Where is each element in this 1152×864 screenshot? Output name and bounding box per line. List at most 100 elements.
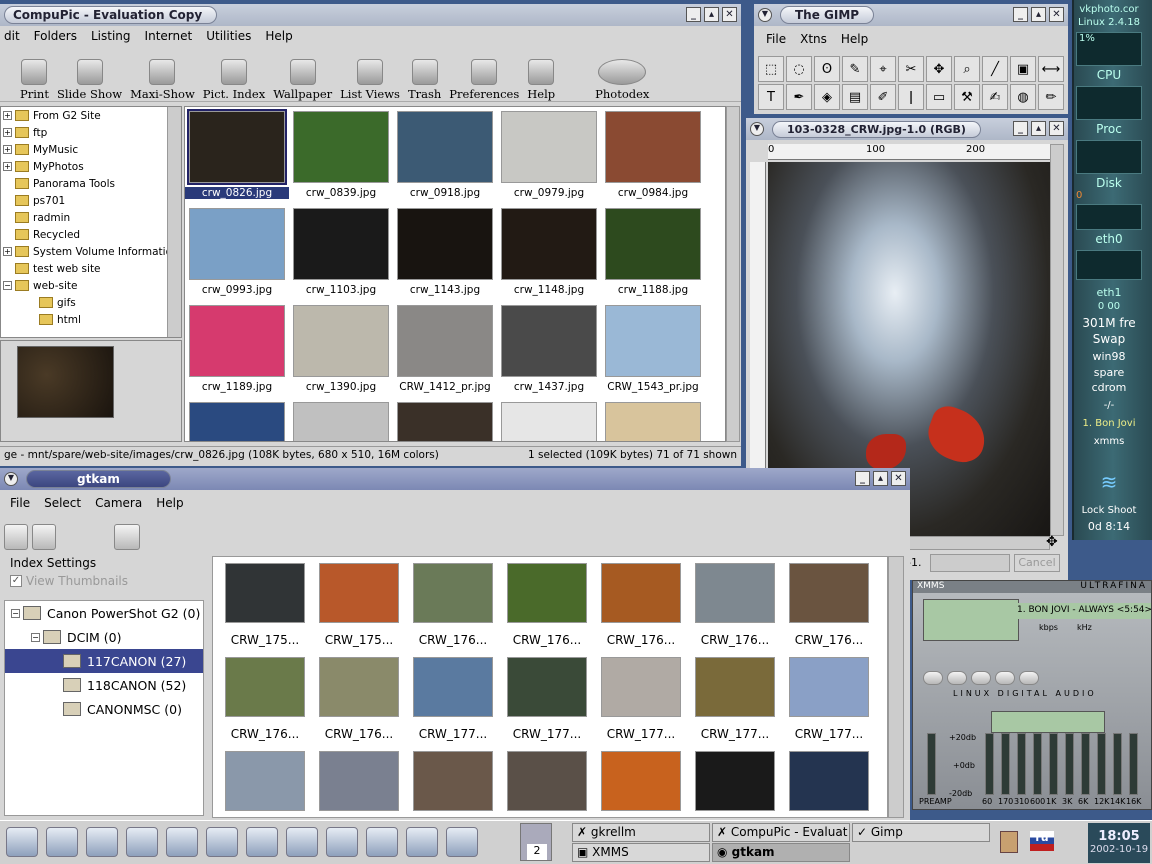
navigate-icon[interactable]: ✥ bbox=[1046, 534, 1058, 550]
task-gtkam[interactable]: ◉ gtkam bbox=[712, 843, 850, 862]
toolbar-print-button[interactable]: Print bbox=[16, 59, 53, 101]
expand-icon[interactable]: − bbox=[3, 281, 12, 290]
thumbnail[interactable] bbox=[187, 109, 287, 185]
thumbnail[interactable] bbox=[601, 751, 681, 811]
mount-cdrom[interactable]: cdrom bbox=[1076, 381, 1142, 394]
menu-folders[interactable]: Folders bbox=[34, 29, 77, 43]
toolbar-list-views-button[interactable]: List Views bbox=[336, 59, 404, 101]
gimp-tool-16-icon[interactable]: ǀ bbox=[898, 84, 924, 110]
stop-icon[interactable] bbox=[995, 671, 1015, 685]
camera-tree-item[interactable]: −117CANON (27) bbox=[5, 649, 203, 673]
camera-tree-item[interactable]: −CANONMSC (0) bbox=[5, 697, 203, 721]
minimize-button[interactable]: _ bbox=[1013, 7, 1028, 22]
eq-slider[interactable] bbox=[1065, 733, 1074, 795]
thumbnail[interactable] bbox=[501, 111, 597, 183]
thumbnail[interactable] bbox=[189, 305, 285, 377]
gimp-tool-9-icon[interactable]: ▣ bbox=[1010, 56, 1036, 82]
close-button[interactable]: ✕ bbox=[722, 7, 737, 22]
eq-slider[interactable] bbox=[985, 733, 994, 795]
mount-spare[interactable]: spare bbox=[1076, 366, 1142, 379]
toolbar-trash-button[interactable]: Trash bbox=[404, 59, 445, 101]
thumbnail[interactable] bbox=[695, 563, 775, 623]
tree-item[interactable]: + From G2 Site bbox=[3, 107, 181, 124]
expand-icon[interactable]: + bbox=[3, 247, 12, 256]
toolbar-preferences-button[interactable]: Preferences bbox=[445, 59, 523, 101]
expand-icon[interactable]: + bbox=[3, 162, 12, 171]
cd-icon[interactable] bbox=[206, 827, 238, 857]
thumbnail[interactable] bbox=[319, 657, 399, 717]
thumbnail[interactable] bbox=[293, 111, 389, 183]
clipboard-icon[interactable] bbox=[1000, 831, 1018, 853]
tree-item[interactable]: +gifs bbox=[3, 294, 181, 311]
play-icon[interactable] bbox=[947, 671, 967, 685]
thumbnail[interactable] bbox=[605, 402, 701, 441]
editor-icon[interactable] bbox=[86, 827, 118, 857]
close-button[interactable]: ✕ bbox=[1049, 7, 1064, 22]
tree-item[interactable]: − web-site bbox=[3, 277, 181, 294]
toolbar-maxi-show-button[interactable]: Maxi-Show bbox=[126, 59, 199, 101]
preamp-slider[interactable] bbox=[927, 733, 936, 795]
gimp-tool-6-icon[interactable]: ✥ bbox=[926, 56, 952, 82]
menu-camera[interactable]: Camera bbox=[95, 496, 142, 510]
network-icon[interactable] bbox=[326, 827, 358, 857]
thumbnail[interactable] bbox=[601, 563, 681, 623]
menu-help[interactable]: Help bbox=[841, 32, 868, 46]
shoot-label[interactable]: Shoot bbox=[1108, 505, 1137, 516]
minimize-button[interactable]: _ bbox=[686, 7, 701, 22]
delete-icon[interactable] bbox=[32, 524, 56, 550]
gimp-tool-1-icon[interactable]: ◌ bbox=[786, 56, 812, 82]
menu-select[interactable]: Select bbox=[44, 496, 81, 510]
toolbar-photodex-button[interactable]: Photodex bbox=[591, 59, 653, 101]
eq-slider[interactable] bbox=[1001, 733, 1010, 795]
cancel-button[interactable]: Cancel bbox=[1014, 554, 1060, 572]
menu-help[interactable]: Help bbox=[265, 29, 292, 43]
expand-icon[interactable]: + bbox=[3, 111, 12, 120]
gimp-tool-7-icon[interactable]: ⌕ bbox=[954, 56, 980, 82]
netscape-icon[interactable] bbox=[446, 827, 478, 857]
mount-win98[interactable]: win98 bbox=[1076, 350, 1142, 363]
gimp-tool-19-icon[interactable]: ✍ bbox=[982, 84, 1008, 110]
menu-utilities[interactable]: Utilities bbox=[206, 29, 251, 43]
tree-item[interactable]: +Panorama Tools bbox=[3, 175, 181, 192]
thumbnail[interactable] bbox=[225, 563, 305, 623]
eq-slider[interactable] bbox=[1017, 733, 1026, 795]
thumbnail[interactable] bbox=[507, 563, 587, 623]
grid-scrollbar[interactable] bbox=[726, 106, 740, 442]
maximize-button[interactable]: ▴ bbox=[1031, 7, 1046, 22]
thumbnail[interactable] bbox=[293, 208, 389, 280]
thumbnail[interactable] bbox=[397, 208, 493, 280]
file-manager-icon[interactable] bbox=[46, 827, 78, 857]
thumbnail[interactable] bbox=[413, 563, 493, 623]
thumbnail[interactable] bbox=[501, 402, 597, 441]
thumbnail[interactable] bbox=[413, 751, 493, 811]
xmms-label[interactable]: xmms bbox=[1076, 436, 1142, 447]
lang-indicator[interactable]: ru bbox=[1030, 831, 1054, 851]
compupic-titlebar[interactable]: CompuPic - Evaluation Copy _ ▴ ✕ bbox=[0, 4, 741, 26]
gimp-tool-11-icon[interactable]: T bbox=[758, 84, 784, 110]
pager[interactable]: 2 bbox=[520, 823, 552, 861]
thumbnail[interactable] bbox=[789, 563, 869, 623]
thumbnail[interactable] bbox=[601, 657, 681, 717]
thumbnail[interactable] bbox=[189, 208, 285, 280]
image-titlebar[interactable]: ▼ 103-0328_CRW.jpg-1.0 (RGB) _ ▴ ✕ bbox=[746, 118, 1068, 140]
tree-item[interactable]: +radmin bbox=[3, 209, 181, 226]
close-button[interactable]: ✕ bbox=[891, 471, 906, 486]
menu-listing[interactable]: Listing bbox=[91, 29, 131, 43]
clock[interactable]: 18:05 2002-10-19 bbox=[1088, 823, 1150, 863]
expand-icon[interactable]: − bbox=[11, 608, 20, 618]
thumbnail[interactable] bbox=[605, 305, 701, 377]
menu-help[interactable]: Help bbox=[156, 496, 183, 510]
gimp-tool-2-icon[interactable]: ʘ bbox=[814, 56, 840, 82]
tree-scrollbar[interactable] bbox=[167, 107, 181, 337]
next-icon[interactable] bbox=[1019, 671, 1039, 685]
thumbnail[interactable] bbox=[319, 563, 399, 623]
thumbnail[interactable] bbox=[605, 111, 701, 183]
xmms-titlebar[interactable]: XMMS ULTRAFINA bbox=[913, 581, 1151, 593]
thumbnail[interactable] bbox=[605, 208, 701, 280]
kde-menu-icon[interactable] bbox=[6, 827, 38, 857]
thumbnail[interactable] bbox=[413, 657, 493, 717]
minimize-button[interactable]: _ bbox=[855, 471, 870, 486]
save-icon[interactable] bbox=[4, 524, 28, 550]
toolbar-pict-index-button[interactable]: Pict. Index bbox=[199, 59, 269, 101]
eq-slider[interactable] bbox=[1129, 733, 1138, 795]
